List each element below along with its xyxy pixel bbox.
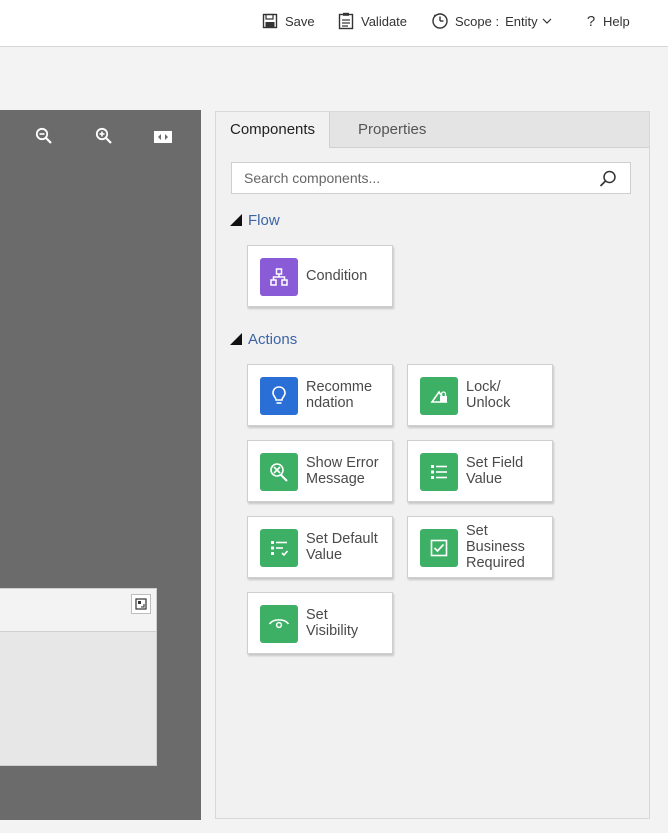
save-icon	[261, 12, 279, 30]
lightbulb-icon	[260, 377, 298, 415]
panel-tabs: Components Properties	[216, 112, 649, 148]
component-recommendation[interactable]: Recomme ndation	[247, 364, 393, 426]
tab-properties[interactable]: Properties	[344, 112, 440, 148]
section-flow-title: Flow	[248, 211, 280, 229]
validate-button[interactable]: Validate	[337, 10, 407, 32]
checkbox-icon	[420, 529, 458, 567]
section-actions-header[interactable]: Actions	[230, 329, 297, 349]
component-label: Set Visibility	[306, 607, 359, 639]
components-panel: Components Properties Flow Condition Act…	[215, 111, 650, 819]
component-label: Set Default Value	[306, 531, 378, 563]
validate-label: Validate	[361, 13, 408, 29]
tab-components[interactable]: Components	[216, 112, 331, 148]
scope-icon	[431, 12, 449, 30]
component-set-visibility[interactable]: Set Visibility	[247, 592, 393, 654]
command-bar: Save Validate Scope : Entity ? Help	[0, 0, 668, 47]
component-set-business-required[interactable]: Set Business Required	[407, 516, 553, 578]
collapse-triangle-icon	[230, 333, 242, 345]
component-show-error-message[interactable]: Show Error Message	[247, 440, 393, 502]
zoom-out-icon[interactable]	[34, 126, 54, 146]
component-condition[interactable]: Condition	[247, 245, 393, 307]
search-input[interactable]	[232, 163, 596, 193]
component-label: Lock/ Unlock	[466, 379, 511, 411]
scope-dropdown[interactable]: Scope : Entity	[431, 10, 552, 32]
zoom-in-icon[interactable]	[94, 126, 114, 146]
save-label: Save	[285, 13, 315, 29]
component-label: Show Error Message	[306, 455, 379, 487]
component-label: Condition	[306, 268, 368, 284]
collapse-triangle-icon	[230, 214, 242, 226]
set-field-value-icon	[420, 453, 458, 491]
set-default-value-icon	[260, 529, 298, 567]
design-canvas[interactable]	[0, 110, 201, 820]
scope-label: Scope :	[455, 13, 500, 29]
eye-icon	[260, 605, 298, 643]
expand-icon[interactable]	[131, 594, 151, 614]
section-flow-header[interactable]: Flow	[230, 210, 280, 230]
component-set-field-value[interactable]: Set Field Value	[407, 440, 553, 502]
search-icon[interactable]	[598, 169, 618, 189]
save-button[interactable]: Save	[261, 10, 315, 32]
component-label: Recomme ndation	[306, 379, 373, 411]
help-icon: ?	[586, 12, 596, 30]
component-lock-unlock[interactable]: Lock/ Unlock	[407, 364, 553, 426]
search-box	[231, 162, 631, 194]
scope-value: Entity	[505, 13, 538, 29]
component-label: Set Field Value	[466, 455, 524, 487]
help-button[interactable]: ? Help	[585, 10, 630, 32]
condition-icon	[260, 258, 298, 296]
help-label: Help	[603, 13, 630, 29]
component-set-default-value[interactable]: Set Default Value	[247, 516, 393, 578]
error-message-icon	[260, 453, 298, 491]
lock-unlock-icon	[420, 377, 458, 415]
fit-to-screen-icon[interactable]	[153, 127, 173, 147]
canvas-card-header	[0, 589, 156, 632]
section-actions-title: Actions	[248, 330, 298, 348]
chevron-down-icon	[542, 17, 552, 25]
canvas-component-card[interactable]	[0, 588, 157, 766]
validate-icon	[337, 12, 355, 30]
component-label: Set Business Required	[466, 523, 525, 571]
